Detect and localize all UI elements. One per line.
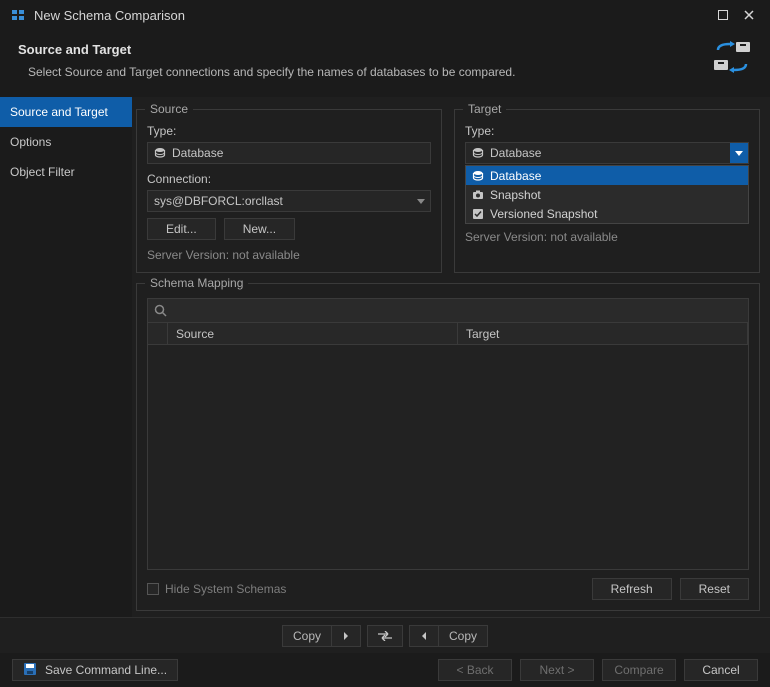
grid-corner <box>148 323 168 344</box>
column-header-source[interactable]: Source <box>168 323 458 344</box>
dropdown-option-label: Snapshot <box>490 188 541 202</box>
source-legend: Source <box>145 102 193 116</box>
source-edit-button[interactable]: Edit... <box>147 218 216 240</box>
source-type-label: Type: <box>147 124 431 138</box>
target-type-combo[interactable]: Database Database <box>465 142 749 164</box>
save-icon <box>23 662 39 678</box>
compare-schema-icon <box>712 40 752 80</box>
database-icon <box>472 170 484 182</box>
sidebar-item-object-filter[interactable]: Object Filter <box>0 157 132 187</box>
mapping-grid: Source Target <box>147 298 749 570</box>
compare-button[interactable]: Compare <box>602 659 676 681</box>
cancel-button[interactable]: Cancel <box>684 659 758 681</box>
maximize-button[interactable] <box>710 5 736 25</box>
dropdown-option-database[interactable]: Database <box>466 166 748 185</box>
body: Source and Target Options Object Filter … <box>0 97 770 617</box>
chevron-down-icon <box>412 191 430 211</box>
mapping-search-row[interactable] <box>148 299 748 323</box>
target-group: Target Type: Database <box>454 109 760 273</box>
column-header-target[interactable]: Target <box>458 323 748 344</box>
target-type-label: Type: <box>465 124 749 138</box>
schema-mapping-group: Schema Mapping Source Target <box>136 283 760 611</box>
main-panel: Source Type: Database Connection: sys@DB… <box>132 97 770 617</box>
hide-system-schemas-checkbox[interactable]: Hide System Schemas <box>147 582 286 596</box>
dropdown-option-label: Versioned Snapshot <box>490 207 597 221</box>
window-root: New Schema Comparison Source and Target … <box>0 0 770 687</box>
arrow-right-icon <box>332 626 360 646</box>
source-connection-combo[interactable]: sys@DBFORCL:orcllast <box>147 190 431 212</box>
sidebar-item-options[interactable]: Options <box>0 127 132 157</box>
back-button[interactable]: < Back <box>438 659 512 681</box>
source-type-combo[interactable]: Database <box>147 142 431 164</box>
copy-left-button[interactable]: Copy <box>409 625 488 647</box>
database-icon <box>472 147 484 159</box>
database-icon <box>154 147 166 159</box>
source-connection-value: sys@DBFORCL:orcllast <box>154 194 412 208</box>
app-icon <box>10 7 26 23</box>
footer: Save Command Line... < Back Next > Compa… <box>0 653 770 687</box>
next-button[interactable]: Next > <box>520 659 594 681</box>
checkbox-icon <box>472 208 484 220</box>
sidebar-item-label: Source and Target <box>10 105 108 119</box>
copy-bar: Copy Copy <box>0 617 770 653</box>
window-title: New Schema Comparison <box>34 8 185 23</box>
close-button[interactable] <box>736 5 762 25</box>
source-connection-label: Connection: <box>147 172 431 186</box>
source-type-value: Database <box>172 146 424 160</box>
checkbox-label: Hide System Schemas <box>165 582 286 596</box>
target-status: Server Version: not available <box>465 230 749 244</box>
dropdown-option-label: Database <box>490 169 541 183</box>
titlebar: New Schema Comparison <box>0 0 770 30</box>
copy-right-button[interactable]: Copy <box>282 625 361 647</box>
page-title: Source and Target <box>18 42 752 57</box>
reset-button[interactable]: Reset <box>680 578 749 600</box>
header: Source and Target Select Source and Targ… <box>0 30 770 97</box>
arrow-left-icon <box>410 626 438 646</box>
page-description: Select Source and Target connections and… <box>28 65 752 79</box>
swap-icon <box>368 626 402 646</box>
refresh-button[interactable]: Refresh <box>592 578 672 600</box>
dropdown-option-versioned-snapshot[interactable]: Versioned Snapshot <box>466 204 748 223</box>
mapping-grid-body <box>148 345 748 569</box>
target-legend: Target <box>463 102 506 116</box>
sidebar-item-label: Object Filter <box>10 165 75 179</box>
source-new-button[interactable]: New... <box>224 218 295 240</box>
mapping-legend: Schema Mapping <box>145 276 248 290</box>
target-type-dropdown: Database Snapshot <box>465 165 749 224</box>
source-group: Source Type: Database Connection: sys@DB… <box>136 109 442 273</box>
target-type-value: Database <box>490 146 730 160</box>
dropdown-option-snapshot[interactable]: Snapshot <box>466 185 748 204</box>
search-icon <box>154 304 168 318</box>
mapping-grid-header: Source Target <box>148 323 748 345</box>
source-status: Server Version: not available <box>147 248 431 262</box>
sidebar-item-source-target[interactable]: Source and Target <box>0 97 132 127</box>
sidebar: Source and Target Options Object Filter <box>0 97 132 617</box>
save-command-line-button[interactable]: Save Command Line... <box>12 659 178 681</box>
swap-button[interactable] <box>367 625 403 647</box>
camera-icon <box>472 189 484 201</box>
chevron-down-icon <box>730 143 748 163</box>
checkbox-box <box>147 583 159 595</box>
sidebar-item-label: Options <box>10 135 51 149</box>
